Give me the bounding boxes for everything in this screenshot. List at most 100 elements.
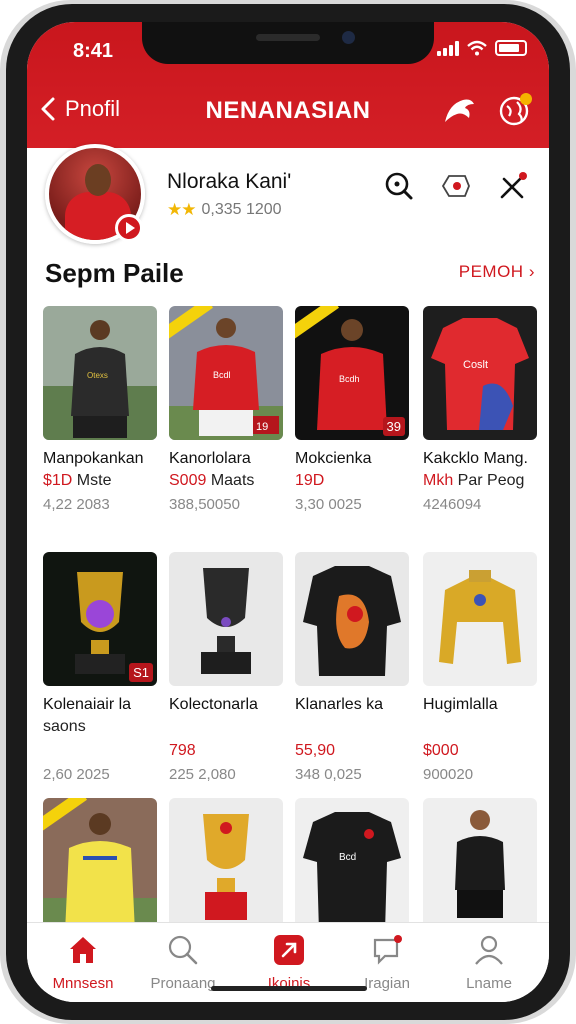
rating-text: 0,335 1200 <box>201 201 282 218</box>
svg-text:Bcd: Bcd <box>339 852 356 863</box>
product-image[interactable] <box>169 798 283 932</box>
tag-icon <box>441 175 470 197</box>
nav-label: Lname <box>466 975 512 992</box>
chevron-right-icon: › <box>528 262 535 281</box>
product-title: Kolenaiair la <box>43 696 132 713</box>
search-button[interactable] <box>383 170 415 202</box>
nav-item-chat[interactable]: Iragian <box>339 933 435 992</box>
collection-icon <box>272 933 306 967</box>
price-value: S009 <box>169 472 207 489</box>
product-title: Manpokankan <box>43 450 144 467</box>
product-image[interactable]: Otexs <box>43 306 157 440</box>
product-image[interactable]: S1 <box>43 552 157 686</box>
profile-name: Nloraka Kani' <box>167 170 292 193</box>
home-icon <box>66 933 100 967</box>
nav-item-search[interactable]: Pronaang <box>135 933 231 992</box>
product-image[interactable] <box>169 552 283 686</box>
svg-text:Otexs: Otexs <box>87 371 108 380</box>
product-title: Klanarles ka <box>295 696 384 713</box>
play-badge-icon[interactable] <box>115 214 143 242</box>
number-badge: S1 <box>129 663 153 682</box>
number-badge: 39 <box>382 417 405 436</box>
product-price: S009 Maats <box>169 472 285 490</box>
product-meta: 3,30 0025 <box>295 496 362 513</box>
price-value: $000 <box>423 742 459 759</box>
product-title: Mokcienka <box>295 450 372 467</box>
product-card[interactable]: Bcdh 39 Mokcienka 19D 3,30 0025 <box>295 306 409 546</box>
product-card[interactable]: Hugimlalla $000 900020 <box>423 552 537 792</box>
front-camera <box>342 31 355 44</box>
svg-text:19: 19 <box>256 421 268 433</box>
product-image[interactable] <box>43 798 157 932</box>
product-image[interactable]: Coslt <box>423 306 537 440</box>
product-price: $000 <box>423 742 539 760</box>
product-price: 55,90 <box>295 742 411 760</box>
product-image[interactable] <box>423 798 537 932</box>
product-image[interactable]: Bcdl 19 <box>169 306 283 440</box>
product-meta: 2,60 2025 <box>43 766 110 783</box>
product-image[interactable] <box>295 552 409 686</box>
bird-icon[interactable] <box>441 92 477 128</box>
globe-icon[interactable] <box>497 92 533 128</box>
product-price: $1D Mste <box>43 472 159 490</box>
product-image[interactable]: Bcdh 39 <box>295 306 409 440</box>
price-value: 55,90 <box>295 742 336 759</box>
chat-icon <box>370 933 404 967</box>
product-card[interactable]: Otexs Manpokankan $1D Mste 4,22 2083 <box>43 306 157 546</box>
product-price: Mkh Par Peog <box>423 472 539 490</box>
wifi-icon <box>467 40 487 56</box>
home-indicator <box>211 986 367 991</box>
product-title: Kakcklo Mang. <box>423 450 528 467</box>
product-price: 798 <box>169 742 285 760</box>
nav-item-home[interactable]: Mnnsesn <box>35 933 131 992</box>
price-suffix: Par Peog <box>453 472 525 489</box>
svg-text:Coslt: Coslt <box>463 359 488 371</box>
tools-icon <box>500 172 527 199</box>
profile-rating: ★★ 0,335 1200 <box>167 200 282 220</box>
search-icon <box>166 933 200 967</box>
search-icon <box>385 172 413 200</box>
product-card[interactable]: Bcdl 19 Kanorlolara S009 Maats 388,50050 <box>169 306 283 546</box>
price-suffix: Maats <box>206 472 255 489</box>
screen: 8:41 Pnofil NENANASIAN Nloraka Kani' ★★ … <box>27 22 549 1002</box>
svg-text:Bcdl: Bcdl <box>213 370 231 380</box>
rating-stars-icon: ★★ <box>167 200 197 219</box>
tag-button[interactable] <box>439 170 471 202</box>
product-meta: 4246094 <box>423 496 482 513</box>
product-image[interactable]: Bcd <box>295 798 409 932</box>
nav-item-collection[interactable]: Ikoinis <box>241 933 337 992</box>
product-image[interactable] <box>423 552 537 686</box>
product-title: Kolectonarla <box>169 696 258 713</box>
product-meta: 225 2,080 <box>169 766 236 783</box>
product-meta: 900020 <box>423 766 474 783</box>
section-title: Sepm Paile <box>45 258 184 288</box>
product-price: 19D <box>295 472 411 490</box>
see-more-link[interactable]: PEMOH › <box>459 262 535 282</box>
notch <box>142 22 434 64</box>
product-meta: 348 0,025 <box>295 766 362 783</box>
product-card[interactable]: Kolectonarla 798 225 2,080 <box>169 552 283 792</box>
nav-label: Mnnsesn <box>52 975 114 992</box>
signal-icon <box>437 40 459 56</box>
status-icons <box>437 40 527 56</box>
product-title: Hugimlalla <box>423 696 498 713</box>
price-value: $1D <box>43 472 73 489</box>
price-value: Mkh <box>423 472 454 489</box>
product-card[interactable]: Klanarles ka 55,90 348 0,025 <box>295 552 409 792</box>
tools-button[interactable] <box>497 170 529 202</box>
price-value: 798 <box>169 742 196 759</box>
price-value: 19D <box>295 472 325 489</box>
speaker-grille <box>256 34 320 41</box>
product-meta: 388,50050 <box>169 496 240 513</box>
status-time: 8:41 <box>73 40 114 62</box>
product-card[interactable]: Coslt Kakcklo Mang. Mkh Par Peog 4246094 <box>423 306 537 546</box>
see-more-label: PEMOH <box>458 262 524 281</box>
price-suffix: Mste <box>72 472 112 489</box>
phone-frame: 8:41 Pnofil NENANASIAN Nloraka Kani' ★★ … <box>0 0 576 1024</box>
product-card[interactable]: S1 Kolenaiair la saons 2,60 2025 <box>43 552 157 792</box>
product-meta: 4,22 2083 <box>43 496 110 513</box>
nav-item-user[interactable]: Lname <box>441 933 537 992</box>
svg-text:Bcdh: Bcdh <box>339 374 360 384</box>
product-title: Kanorlolara <box>169 450 251 467</box>
product-subtitle: saons <box>43 718 86 735</box>
